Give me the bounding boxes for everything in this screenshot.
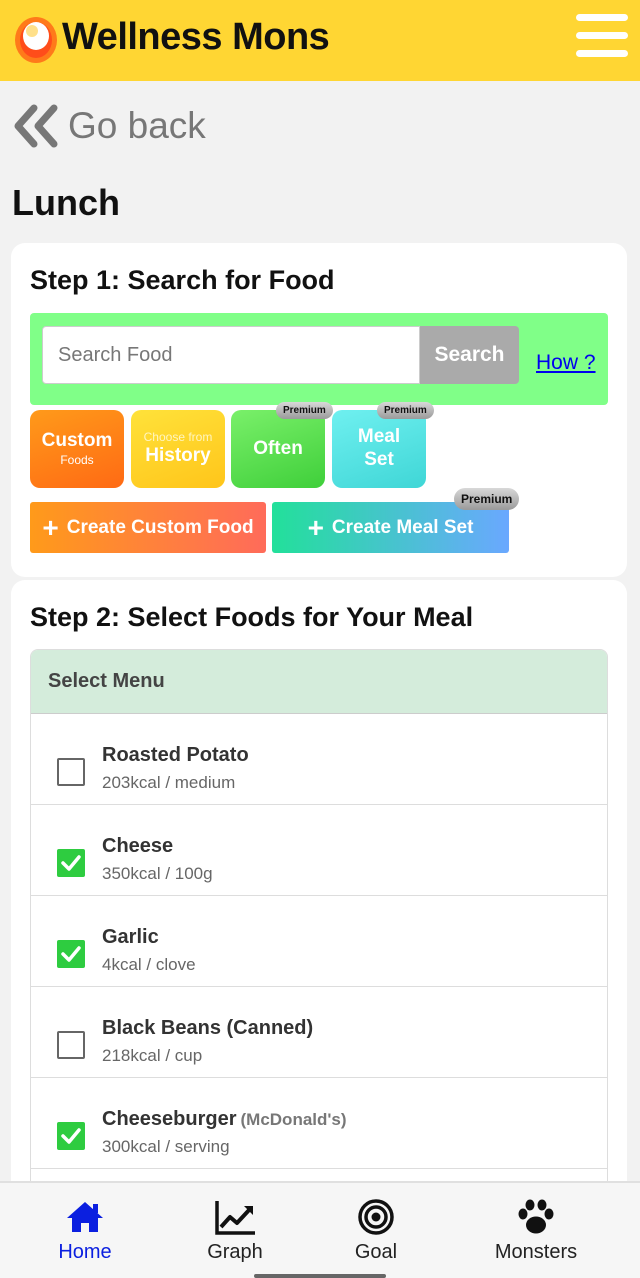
food-row[interactable]: Cheese 350kcal / 100g bbox=[31, 805, 607, 896]
tile-sublabel: Foods bbox=[60, 453, 94, 468]
paw-icon bbox=[518, 1199, 554, 1234]
meal-set-tile[interactable]: Meal Set bbox=[332, 410, 426, 488]
tile-sublabel: Choose from bbox=[143, 430, 213, 445]
plus-icon: + bbox=[42, 511, 59, 543]
search-input[interactable] bbox=[42, 326, 420, 384]
nav-label: Monsters bbox=[494, 1241, 578, 1263]
create-custom-food-button[interactable]: + Create Custom Food bbox=[30, 502, 266, 553]
select-menu: Select Menu Roasted Potato 203kcal / med… bbox=[30, 649, 608, 1220]
hamburger-menu-icon[interactable] bbox=[576, 14, 628, 58]
home-indicator bbox=[254, 1274, 386, 1278]
double-chevron-left-icon bbox=[14, 104, 58, 148]
search-button[interactable]: Search bbox=[420, 326, 519, 384]
checkbox[interactable] bbox=[57, 758, 85, 786]
step2-title: Step 2: Select Foods for Your Meal bbox=[30, 602, 474, 632]
food-info: 4kcal / clove bbox=[102, 955, 196, 974]
premium-badge: Premium bbox=[377, 402, 434, 419]
often-tile[interactable]: Often bbox=[231, 410, 325, 488]
nav-graph[interactable]: Graph bbox=[170, 1183, 300, 1278]
food-row[interactable]: Cheeseburger (McDonald's) 300kcal / servi… bbox=[31, 1078, 607, 1169]
go-back-label: Go back bbox=[68, 105, 206, 146]
checkmark-icon bbox=[61, 855, 81, 871]
nav-monsters[interactable]: Monsters bbox=[465, 1183, 607, 1278]
app-title: Wellness Mons bbox=[62, 16, 330, 58]
page-title: Lunch bbox=[12, 182, 120, 223]
button-label: Create Custom Food bbox=[66, 516, 254, 538]
food-row[interactable]: Garlic 4kcal / clove bbox=[31, 896, 607, 987]
food-name: Cheeseburger (McDonald's) bbox=[102, 1108, 347, 1131]
go-back-button[interactable]: Go back bbox=[12, 100, 206, 152]
tile-label: Often bbox=[253, 437, 303, 459]
button-label: Create Meal Set bbox=[331, 516, 474, 538]
food-info: 203kcal / medium bbox=[102, 773, 236, 792]
search-area: Search How ? bbox=[30, 313, 608, 405]
app-header: Wellness Mons bbox=[0, 0, 640, 81]
checkbox-checked[interactable] bbox=[57, 1122, 85, 1150]
nav-goal[interactable]: Goal bbox=[311, 1183, 441, 1278]
food-brand: (McDonald's) bbox=[240, 1110, 347, 1129]
food-name: Garlic bbox=[102, 926, 159, 948]
food-info: 350kcal / 100g bbox=[102, 864, 213, 883]
tile-label: History bbox=[145, 444, 211, 466]
step1-card: Step 1: Search for Food Search How ? Cus… bbox=[11, 243, 627, 577]
nav-label: Home bbox=[58, 1241, 112, 1263]
wellness-mons-logo bbox=[15, 17, 57, 63]
food-name: Cheese bbox=[102, 835, 174, 857]
checkbox-checked[interactable] bbox=[57, 940, 85, 968]
food-name-text: Cheeseburger bbox=[102, 1108, 237, 1130]
history-tile[interactable]: Choose from History bbox=[131, 410, 225, 488]
premium-badge: Premium bbox=[276, 402, 333, 419]
custom-foods-tile[interactable]: Custom Foods bbox=[30, 410, 124, 488]
chart-line-icon bbox=[215, 1201, 255, 1235]
target-icon bbox=[358, 1199, 394, 1235]
nav-label: Graph bbox=[207, 1241, 263, 1263]
food-row[interactable]: Roasted Potato 203kcal / medium bbox=[31, 714, 607, 805]
checkmark-icon bbox=[61, 1128, 81, 1144]
tile-label: Custom bbox=[41, 430, 113, 452]
step1-title: Step 1: Search for Food bbox=[30, 265, 335, 295]
tile-label: Meal Set bbox=[357, 426, 401, 470]
bottom-nav: Home Graph Goal Monsters bbox=[0, 1181, 640, 1278]
food-row[interactable]: Black Beans (Canned) 218kcal / cup bbox=[31, 987, 607, 1078]
checkmark-icon bbox=[61, 946, 81, 962]
food-name: Black Beans (Canned) bbox=[102, 1017, 314, 1039]
select-menu-header: Select Menu bbox=[31, 650, 607, 714]
how-link[interactable]: How ? bbox=[536, 351, 596, 375]
nav-home[interactable]: Home bbox=[20, 1183, 150, 1278]
checkbox[interactable] bbox=[57, 1031, 85, 1059]
nav-label: Goal bbox=[354, 1241, 398, 1263]
food-info: 300kcal / serving bbox=[102, 1137, 230, 1156]
checkbox-checked[interactable] bbox=[57, 849, 85, 877]
home-icon bbox=[67, 1202, 103, 1232]
food-name: Roasted Potato bbox=[102, 744, 249, 766]
step2-card: Step 2: Select Foods for Your Meal Selec… bbox=[11, 580, 627, 1220]
plus-icon: + bbox=[307, 511, 324, 543]
premium-badge: Premium bbox=[454, 488, 520, 510]
food-info: 218kcal / cup bbox=[102, 1046, 203, 1065]
